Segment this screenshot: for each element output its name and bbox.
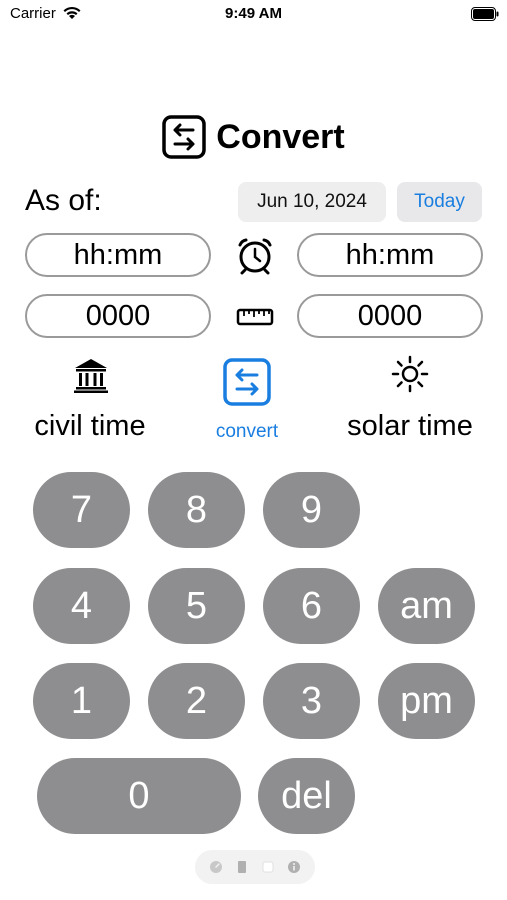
key-2[interactable]: 2 [148,663,245,739]
civil-time-field[interactable]: hh:mm [25,233,211,277]
convert-label[interactable]: convert [197,421,297,443]
key-pm[interactable]: pm [378,663,475,739]
key-del[interactable]: del [258,758,355,834]
status-time: 9:49 AM [225,5,282,22]
sun-icon[interactable] [391,355,429,393]
ruler-icon [236,308,274,326]
solar-time-label[interactable]: solar time [330,410,490,443]
solar-number-field[interactable]: 0000 [297,294,483,338]
square-icon[interactable] [261,860,275,874]
bank-icon[interactable] [72,356,110,394]
gauge-icon[interactable] [209,860,223,874]
date-picker[interactable]: Jun 10, 2024 [238,182,386,222]
today-button[interactable]: Today [397,182,482,222]
as-of-label: As of: [25,184,102,217]
bottom-toolbar [195,850,315,884]
key-3[interactable]: 3 [263,663,360,739]
key-0[interactable]: 0 [37,758,241,834]
document-icon[interactable] [235,860,249,874]
convert-arrows-icon [162,115,207,159]
key-8[interactable]: 8 [148,472,245,548]
key-1[interactable]: 1 [33,663,130,739]
solar-time-field[interactable]: hh:mm [297,233,483,277]
key-9[interactable]: 9 [263,472,360,548]
convert-arrows-icon[interactable] [222,357,272,407]
key-4[interactable]: 4 [33,568,130,644]
key-7[interactable]: 7 [33,472,130,548]
page-title: Convert [216,117,345,156]
key-am[interactable]: am [378,568,475,644]
key-6[interactable]: 6 [263,568,360,644]
clock-icon [238,238,272,275]
battery-icon [471,7,499,21]
page-header: Convert [0,112,507,162]
key-5[interactable]: 5 [148,568,245,644]
info-icon[interactable] [287,860,301,874]
civil-time-label[interactable]: civil time [0,410,180,443]
civil-number-field[interactable]: 0000 [25,294,211,338]
